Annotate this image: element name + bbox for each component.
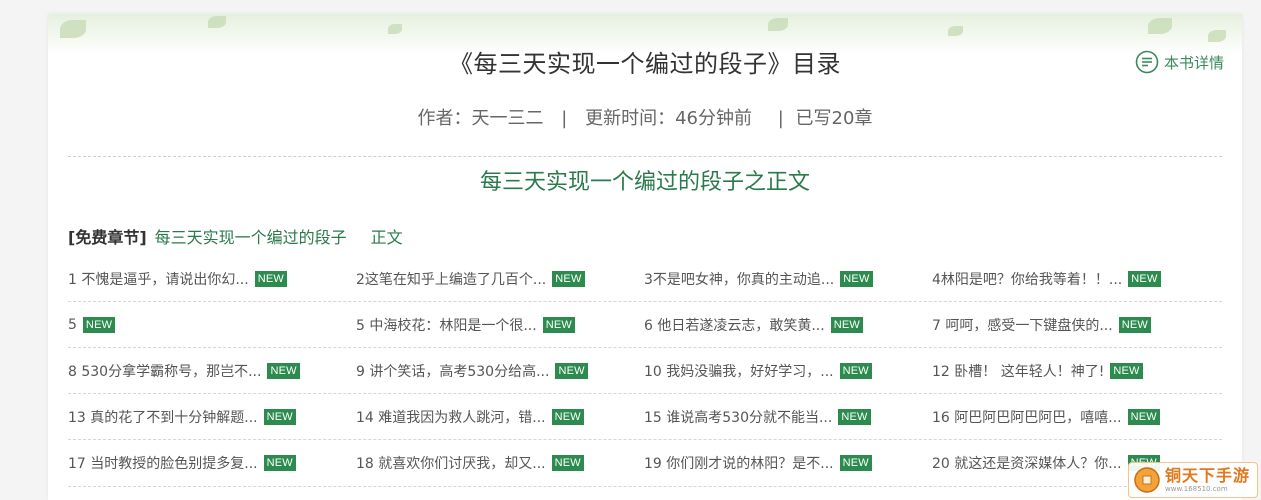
- chapter-title: 13 真的花了不到十分钟解题...: [68, 409, 258, 426]
- chapter-title: 3不是吧女神，你真的主动追...: [644, 271, 835, 288]
- watermark-url: www.168510.com: [1165, 484, 1228, 493]
- chapter-title: 12 卧槽！ 这年轻人！神了!: [932, 363, 1105, 380]
- chapter-title: 4林阳是吧？你给我等着！！...: [932, 271, 1123, 288]
- chapter-item[interactable]: 18 就喜欢你们讨厌我，却又... NEW: [356, 453, 644, 473]
- new-badge: NEW: [263, 408, 296, 425]
- chapter-item[interactable]: 2这笔在知乎上编造了几百个... NEW: [356, 269, 644, 289]
- new-badge: NEW: [267, 362, 300, 379]
- chapter-title: 15 谁说高考530分就不能当...: [644, 409, 833, 426]
- chapter-title: 20 就这还是资深媒体人？你...: [932, 456, 1122, 472]
- chapter-count-text: 已写20章: [795, 108, 873, 129]
- new-badge: NEW: [555, 362, 588, 379]
- chapter-row: 8 530分拿学霸称号，那岂不... NEW 9 讲个笑话，高考530分给高...…: [68, 348, 1222, 394]
- chapter-title: 6 他日若遂凌云志，敢笑黄...: [644, 317, 825, 334]
- new-badge: NEW: [839, 362, 872, 379]
- chapter-item[interactable]: 14 难道我因为救人跳河，错... NEW: [356, 407, 644, 427]
- chapter-item[interactable]: 8 530分拿学霸称号，那岂不... NEW: [68, 361, 356, 381]
- volume-link[interactable]: 正文: [371, 224, 403, 248]
- list-circle-icon: [1135, 50, 1159, 74]
- chapter-breadcrumb: [免费章节] 每三天实现一个编过的段子 正文: [68, 224, 403, 248]
- chapter-item[interactable]: 3不是吧女神，你真的主动追... NEW: [644, 269, 932, 289]
- chapter-item[interactable]: 17 当时教授的脸色别提多复... NEW: [68, 453, 356, 473]
- new-badge: NEW: [551, 455, 584, 471]
- new-badge: NEW: [830, 316, 863, 333]
- chapter-row: 1 不愧是逼乎，请说出你幻... NEW 2这笔在知乎上编造了几百个... NEW …: [68, 256, 1222, 302]
- new-badge: NEW: [1118, 316, 1151, 333]
- chapter-row: 5 NEW 5 中海校花：林阳是一个很... NEW 6 他日若遂凌云志，敢笑黄..…: [68, 302, 1222, 348]
- chapter-item[interactable]: 10 我妈没骗我，好好学习，... NEW: [644, 361, 932, 381]
- new-badge: NEW: [1127, 408, 1160, 425]
- chapter-item[interactable]: 9 讲个笑话，高考530分给高... NEW: [356, 361, 644, 381]
- leaf-decoration: [60, 20, 86, 38]
- chapter-item[interactable]: 12 卧槽！ 这年轻人！神了! NEW: [932, 361, 1220, 381]
- chapter-item[interactable]: 16 阿巴阿巴阿巴阿巴，嘻嘻... NEW: [932, 407, 1220, 427]
- meta-separator: |: [561, 108, 568, 129]
- chapter-item[interactable]: 4林阳是吧？你给我等着！！... NEW: [932, 269, 1220, 289]
- chapter-title: 8 530分拿学霸称号，那岂不...: [68, 363, 262, 380]
- chapter-item[interactable]: 15 谁说高考530分就不能当... NEW: [644, 407, 932, 427]
- chapter-item[interactable]: 1 不愧是逼乎，请说出你幻... NEW: [68, 269, 356, 289]
- chapter-title: 9 讲个笑话，高考530分给高...: [356, 363, 550, 380]
- new-badge: NEW: [82, 316, 116, 333]
- leaf-decoration: [768, 18, 788, 31]
- chapter-title: 5 中海校花：林阳是一个很...: [356, 317, 537, 334]
- watermark-text: 铜天下手游 www.168510.com: [1165, 465, 1251, 493]
- chapter-row: 17 当时教授的脸色别提多复... NEW 18 就喜欢你们讨厌我，却又... NE…: [68, 440, 1222, 487]
- book-detail-label: 本书详情: [1163, 53, 1224, 72]
- chapter-item[interactable]: 6 他日若遂凌云志，敢笑黄... NEW: [644, 315, 932, 335]
- new-badge: NEW: [263, 455, 296, 471]
- new-badge: NEW: [1110, 362, 1143, 379]
- book-name-link[interactable]: 每三天实现一个编过的段子: [155, 224, 347, 248]
- leaf-decoration: [948, 26, 963, 36]
- new-badge: NEW: [840, 270, 873, 287]
- book-meta: 作者：天一三二 | 更新时间：46分钟前 | 已写20章: [48, 104, 1242, 130]
- new-badge: NEW: [542, 316, 575, 333]
- section-divider: [68, 156, 1222, 157]
- leaf-decoration: [388, 24, 402, 34]
- meta-separator: |: [777, 108, 784, 129]
- chapter-title: 10 我妈没骗我，好好学习，...: [644, 363, 834, 380]
- chapter-item[interactable]: 19 你们刚才说的林阳？是不... NEW: [644, 453, 932, 473]
- chapter-title: 14 难道我因为救人跳河，错...: [356, 409, 546, 426]
- chapter-title: 1 不愧是逼乎，请说出你幻...: [68, 271, 249, 288]
- chapter-item[interactable]: 7 呵呵，感受一下键盘侠的... NEW: [932, 315, 1220, 335]
- new-badge: NEW: [254, 270, 287, 287]
- new-badge: NEW: [838, 408, 871, 425]
- site-watermark: 铜天下手游 www.168510.com: [1128, 462, 1258, 498]
- new-badge: NEW: [1128, 270, 1161, 287]
- leaf-decoration: [208, 16, 226, 28]
- volume-title: 每三天实现一个编过的段子之正文: [479, 170, 810, 195]
- leaf-decoration: [1148, 18, 1172, 34]
- chapter-title: 16 阿巴阿巴阿巴阿巴，嘻嘻...: [932, 409, 1122, 426]
- free-chapter-label: [免费章节]: [68, 228, 147, 247]
- chapter-list: 1 不愧是逼乎，请说出你幻... NEW 2这笔在知乎上编造了几百个... NEW …: [68, 256, 1222, 487]
- leaf-decoration: [1208, 30, 1226, 42]
- book-detail-link[interactable]: 本书详情: [1135, 50, 1224, 74]
- chapter-row: 13 真的花了不到十分钟解题... NEW 14 难道我因为救人跳河，错... NE…: [68, 394, 1222, 440]
- chapter-title: 5: [68, 316, 77, 333]
- chapter-title: 17 当时教授的脸色别提多复...: [68, 456, 258, 472]
- chapter-item[interactable]: 5 中海校花：林阳是一个很... NEW: [356, 315, 644, 335]
- chapter-item[interactable]: 5 NEW: [68, 316, 356, 333]
- updated-text: 更新时间：46分钟前: [585, 108, 752, 129]
- chapter-title: 7 呵呵，感受一下键盘侠的...: [932, 317, 1113, 334]
- new-badge: NEW: [839, 455, 872, 471]
- catalog-panel: 《每三天实现一个编过的段子》目录 本书详情 作者：天一三二 | 更新时间：46分…: [48, 14, 1242, 500]
- chapter-title: 2这笔在知乎上编造了几百个...: [356, 271, 547, 288]
- watermark-brand: 铜天下手游: [1165, 465, 1251, 485]
- chapter-item[interactable]: 13 真的花了不到十分钟解题... NEW: [68, 407, 356, 427]
- new-badge: NEW: [552, 270, 585, 287]
- coin-logo-icon: [1133, 466, 1161, 494]
- chapter-title: 19 你们刚才说的林阳？是不...: [644, 456, 834, 472]
- chapter-title: 18 就喜欢你们讨厌我，却又...: [356, 456, 546, 472]
- book-title: 《每三天实现一个编过的段子》目录: [449, 50, 841, 78]
- new-badge: NEW: [551, 408, 584, 425]
- author-text: 作者：天一三二: [417, 108, 544, 129]
